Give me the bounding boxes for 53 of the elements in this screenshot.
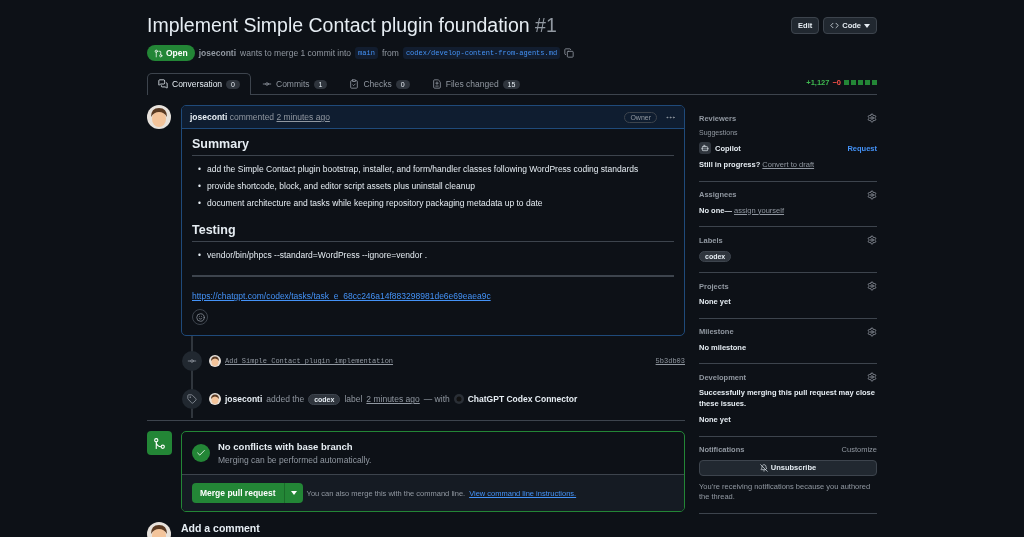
check-icon [192,444,210,463]
settings-icon[interactable] [867,189,877,200]
avatar [209,355,221,368]
settings-icon[interactable] [867,113,877,123]
settings-icon[interactable] [867,326,877,337]
event-text: added the [266,394,305,405]
commit-icon [182,351,202,372]
bell-off-icon [759,463,768,472]
checklist-icon [349,79,360,89]
caret-icon [864,23,870,28]
merge-subtitle: Merging can be performed automatically. [218,455,372,466]
section-heading: Testing [192,223,674,243]
file-diff-icon [431,79,442,89]
status-text: from [381,48,399,58]
bullet: • [198,164,201,176]
app-icon [453,394,464,405]
author-name[interactable]: joseconti [198,48,237,58]
bullet: • [198,181,201,193]
section-heading: Summary [192,137,674,156]
app-name[interactable]: ChatGPT Codex Connector [467,394,578,405]
conversation-icon [158,79,168,89]
bullet: • [198,198,201,210]
merge-icon [147,431,172,456]
tag-icon [182,389,202,410]
comment-header-text: joseconti commented 2 minutes ago [190,112,330,122]
caret-icon [290,491,297,496]
status-text: wants to merge 1 commit into [240,48,352,58]
diffstat-drawing [844,80,877,85]
event-text: — with [423,394,450,405]
bullet: • [198,250,201,262]
avatar [147,105,171,129]
bullet-item: add the Simple Contact plugin bootstrap, installer, and form/handler classes following WordPress coding standards [207,164,639,176]
commit-icon [262,79,272,89]
author-name[interactable]: joseconti [225,394,263,405]
task-link[interactable]: https://chatgpt.com/codex/tasks/task_e_68cc246a14f883298981de6e69eaea9c [192,291,491,302]
bullet-item: provide shortcode, block, and editor script assets plus uninstall cleanup [207,181,475,193]
event-time[interactable]: 2 minutes ago [366,394,420,405]
copy-icon [564,48,575,58]
merge-button[interactable]: Merge pull request [192,483,284,504]
pr-title: Implement Simple Contact plugin foundation #1 [147,14,557,37]
bot-icon [699,142,711,154]
settings-icon[interactable] [867,281,877,291]
state-badge: Open [147,45,195,61]
code-icon [830,21,840,30]
smiley-icon [195,312,205,322]
settings-icon[interactable] [867,235,877,245]
avatar [209,393,221,406]
add-comment-heading: Add a comment [181,522,260,535]
bullet-item: vendor/bin/phpcs --standard=WordPress --ignore=vendor . [207,250,427,262]
event-text: label [344,394,363,405]
merge-title: No conflicts with base branch [218,441,354,453]
bullet-item: document architecture and tasks while keeping repository packaging metadata up to date [207,198,543,210]
settings-icon[interactable] [867,372,877,382]
